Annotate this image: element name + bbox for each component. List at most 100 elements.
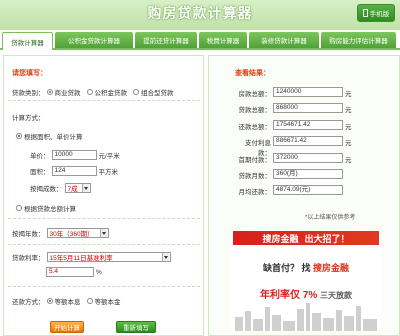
rate-label: 贷款利率： bbox=[12, 255, 45, 262]
loan-type-provident[interactable]: 公积金贷款 bbox=[86, 87, 127, 97]
input-form-panel: 请您填写： 贷款类别： 商业贷款 公积金贷款 组合型贷款 计算方式： 根据面积、… bbox=[3, 55, 204, 336]
by-total-option[interactable]: 根据贷款总额计算 bbox=[16, 203, 76, 213]
unit-price-label: 单价： bbox=[30, 153, 50, 160]
result-value[interactable]: 868000 bbox=[273, 103, 343, 114]
loan-type-row: 贷款类别： 商业贷款 公积金贷款 组合型贷款 bbox=[12, 87, 178, 97]
loan-type-combined-label: 组合型贷款 bbox=[141, 90, 174, 97]
results-note: *以上结果仅供参考 bbox=[305, 215, 356, 221]
repay-row: 还款方式： 等额本息 等额本金 bbox=[12, 296, 125, 306]
years-label: 按揭年数： bbox=[12, 231, 45, 238]
mortgage-ratio-select[interactable]: 7成 bbox=[64, 183, 91, 193]
result-value[interactable]: 360(月) bbox=[273, 169, 343, 179]
radio-equal-installment[interactable] bbox=[46, 298, 53, 304]
banner-question-brand: 搜房金融 bbox=[313, 263, 350, 273]
banner-rate-text: 年利率仅 7% bbox=[259, 290, 318, 301]
result-unit: 元 bbox=[345, 107, 352, 115]
rate-input[interactable]: 5.4 bbox=[46, 267, 94, 277]
banner-question-a: 缺首付？ bbox=[262, 263, 299, 273]
result-value[interactable]: 4874.09(元) bbox=[273, 185, 343, 196]
result-unit: 元 bbox=[345, 140, 352, 148]
radio-combined[interactable] bbox=[133, 89, 139, 95]
divider bbox=[8, 100, 200, 101]
repay-equal-installment[interactable]: 等额本息 bbox=[46, 296, 81, 306]
mobile-version-button[interactable]: 手机版 bbox=[357, 4, 395, 22]
chevron-down-icon bbox=[81, 184, 89, 192]
mortgage-ratio-label: 按揭成数： bbox=[30, 186, 63, 193]
loan-type-combined[interactable]: 组合型贷款 bbox=[133, 87, 174, 97]
divider bbox=[8, 218, 200, 219]
results-section-title: 查看结果： bbox=[235, 70, 270, 77]
phone-icon bbox=[362, 9, 368, 17]
loan-type-commercial-label: 商业贷款 bbox=[54, 90, 81, 97]
unit-price-input[interactable]: 10000 bbox=[51, 150, 97, 160]
unit-price-row: 单价： 10000 元/平米 bbox=[30, 150, 120, 160]
result-label: 月均还款： bbox=[238, 189, 272, 197]
rate-select-value: 15年5月11日基准利率 bbox=[49, 255, 113, 262]
result-value[interactable]: 1754671.42 bbox=[273, 119, 343, 130]
reset-button[interactable]: 重新填写 bbox=[116, 321, 156, 333]
result-value[interactable]: 886671.42 bbox=[273, 136, 343, 147]
loan-type-commercial[interactable]: 商业贷款 bbox=[46, 87, 81, 97]
chevron-down-icon bbox=[161, 253, 169, 261]
banner-headline: 搜房金融 出大招了！ bbox=[233, 231, 379, 245]
header: 购房贷款计算器 手机版 bbox=[0, 0, 400, 30]
banner-headline-b: 出大招了！ bbox=[304, 233, 350, 244]
result-label: 首期付款： bbox=[238, 156, 272, 164]
radio-commercial[interactable] bbox=[46, 89, 53, 95]
loan-type-label: 贷款类别： bbox=[12, 90, 45, 97]
years-select[interactable]: 30年（360期） bbox=[46, 228, 109, 238]
tab-affordability-calculator[interactable]: 购房能力评估计算器 bbox=[321, 32, 396, 48]
tab-renovation-loan-calculator[interactable]: 装修贷款计算器 bbox=[249, 32, 319, 48]
result-value[interactable]: 1240000 bbox=[273, 87, 343, 97]
mobile-version-label: 手机版 bbox=[369, 11, 390, 18]
years-value: 30年（360期） bbox=[49, 231, 94, 238]
banner-question: 缺首付？ 找 搜房金融 bbox=[231, 261, 381, 274]
form-section-title: 请您填写： bbox=[12, 70, 47, 77]
mortgage-ratio-value: 7成 bbox=[67, 186, 78, 193]
divider bbox=[8, 244, 200, 245]
rate-select[interactable]: 15年5月11日基准利率 bbox=[46, 252, 171, 262]
rate-row: 贷款利率： 15年5月11日基准利率 bbox=[12, 252, 171, 262]
radio-by-area[interactable] bbox=[16, 133, 22, 139]
results-panel: 查看结果： 房款总额： 1240000 元贷款总额： 868000 元还款总额： 1754… bbox=[208, 55, 400, 336]
by-area-option[interactable]: 根据面积、单价计算 bbox=[16, 131, 83, 141]
repay-label: 还款方式： bbox=[12, 299, 45, 306]
tab-prepayment-calculator[interactable]: 提前还贷计算器 bbox=[135, 32, 197, 48]
radio-equal-principal[interactable] bbox=[86, 298, 93, 304]
result-label: 房款总额： bbox=[238, 91, 272, 98]
result-value[interactable]: 372000 bbox=[273, 152, 343, 163]
mortgage-ratio-row: 按揭成数： 7成 bbox=[30, 183, 91, 193]
unit-price-unit: 元/平米 bbox=[98, 153, 120, 160]
banner-headline-a: 搜房金融 bbox=[262, 233, 299, 244]
rate-unit: % bbox=[96, 268, 102, 276]
result-label: 贷款月数： bbox=[238, 173, 272, 180]
area-label: 面积： bbox=[30, 169, 50, 176]
result-unit: 元 bbox=[345, 123, 352, 131]
tab-tax-calculator[interactable]: 税费计算器 bbox=[199, 32, 247, 48]
banner-rate-suffix: 三天放款 bbox=[320, 291, 352, 300]
result-unit: 元 bbox=[345, 91, 352, 98]
divider bbox=[8, 286, 200, 287]
area-input[interactable]: 124 bbox=[51, 166, 97, 176]
repay-equal-principal-label: 等额本金 bbox=[94, 299, 121, 306]
page-title: 购房贷款计算器 bbox=[147, 5, 253, 21]
tab-provident-fund-calculator[interactable]: 公积金贷款计算器 bbox=[55, 32, 133, 48]
area-unit: 平方米 bbox=[98, 169, 119, 176]
banner-question-b: 找 bbox=[301, 263, 311, 273]
by-total-label: 根据贷款总额计算 bbox=[24, 206, 76, 213]
calculate-button[interactable]: 开始计算 bbox=[50, 321, 84, 333]
by-area-label: 根据面积、单价计算 bbox=[24, 134, 83, 141]
calculator-tabs: 贷款计算器 公积金贷款计算器 提前还贷计算器 税费计算器 装修贷款计算器 购房能… bbox=[0, 32, 400, 50]
rate-value-row: 5.4 % bbox=[46, 267, 102, 277]
result-unit: 元 bbox=[345, 156, 352, 164]
radio-provident[interactable] bbox=[86, 89, 93, 95]
result-label: 还款总额： bbox=[238, 123, 272, 131]
calc-method-label-text: 计算方式： bbox=[12, 115, 45, 122]
repay-equal-principal[interactable]: 等额本金 bbox=[86, 296, 121, 306]
radio-by-total[interactable] bbox=[16, 205, 22, 211]
area-row: 面积： 124 平方米 bbox=[30, 166, 118, 176]
tab-loan-calculator[interactable]: 贷款计算器 bbox=[2, 32, 53, 50]
skyline-illustration bbox=[235, 303, 377, 331]
result-label: 贷款总额： bbox=[238, 107, 272, 115]
promo-banner[interactable]: 搜房金融 出大招了！ 缺首付？ 找 搜房金融 年利率仅 7% 三天放款 bbox=[231, 231, 381, 331]
